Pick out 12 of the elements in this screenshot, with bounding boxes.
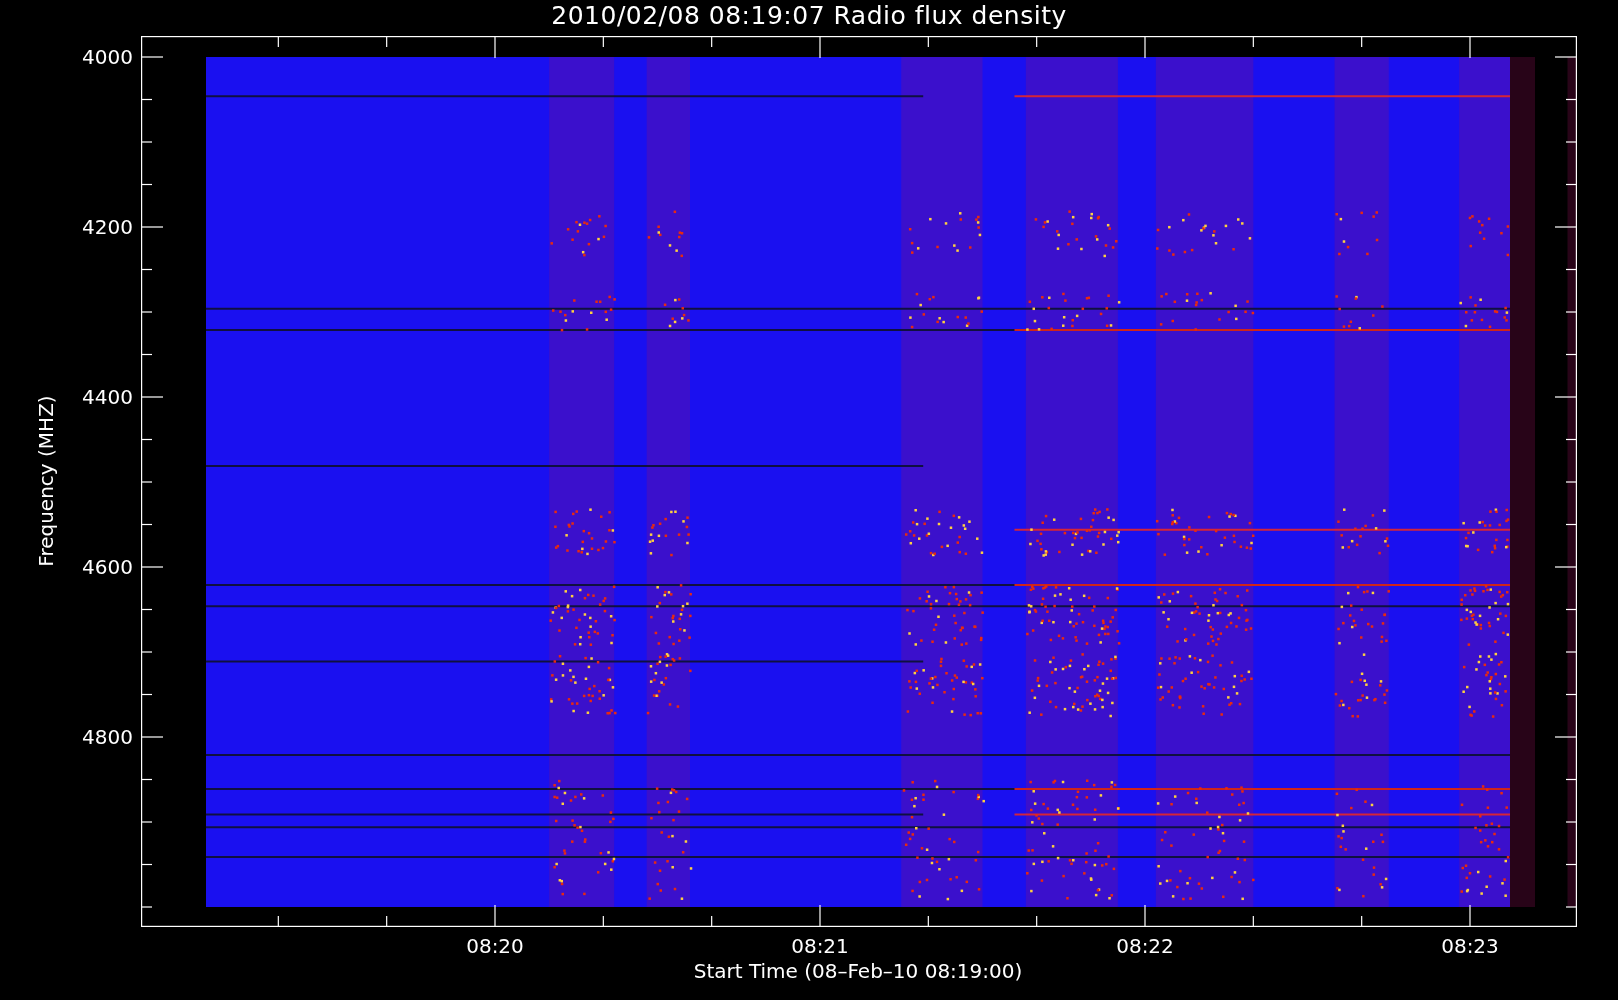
x-tick-label: 08:21 — [791, 934, 849, 958]
x-tick-label: 08:20 — [466, 934, 524, 958]
y-tick-label: 4400 — [82, 385, 133, 409]
x-tick-label: 08:22 — [1116, 934, 1174, 958]
y-tick-label: 4000 — [82, 45, 133, 69]
x-axis-label: Start Time (08–Feb–10 08:19:00) — [693, 959, 1023, 983]
y-axis-label: Frequency (MHZ) — [34, 395, 58, 567]
y-tick-label: 4600 — [82, 555, 133, 579]
y-tick-label: 4200 — [82, 215, 133, 239]
chart-title: 2010/02/08 08:19:07 Radio flux density — [551, 0, 1067, 32]
x-tick-label: 08:23 — [1441, 934, 1499, 958]
y-tick-label: 4800 — [82, 725, 133, 749]
